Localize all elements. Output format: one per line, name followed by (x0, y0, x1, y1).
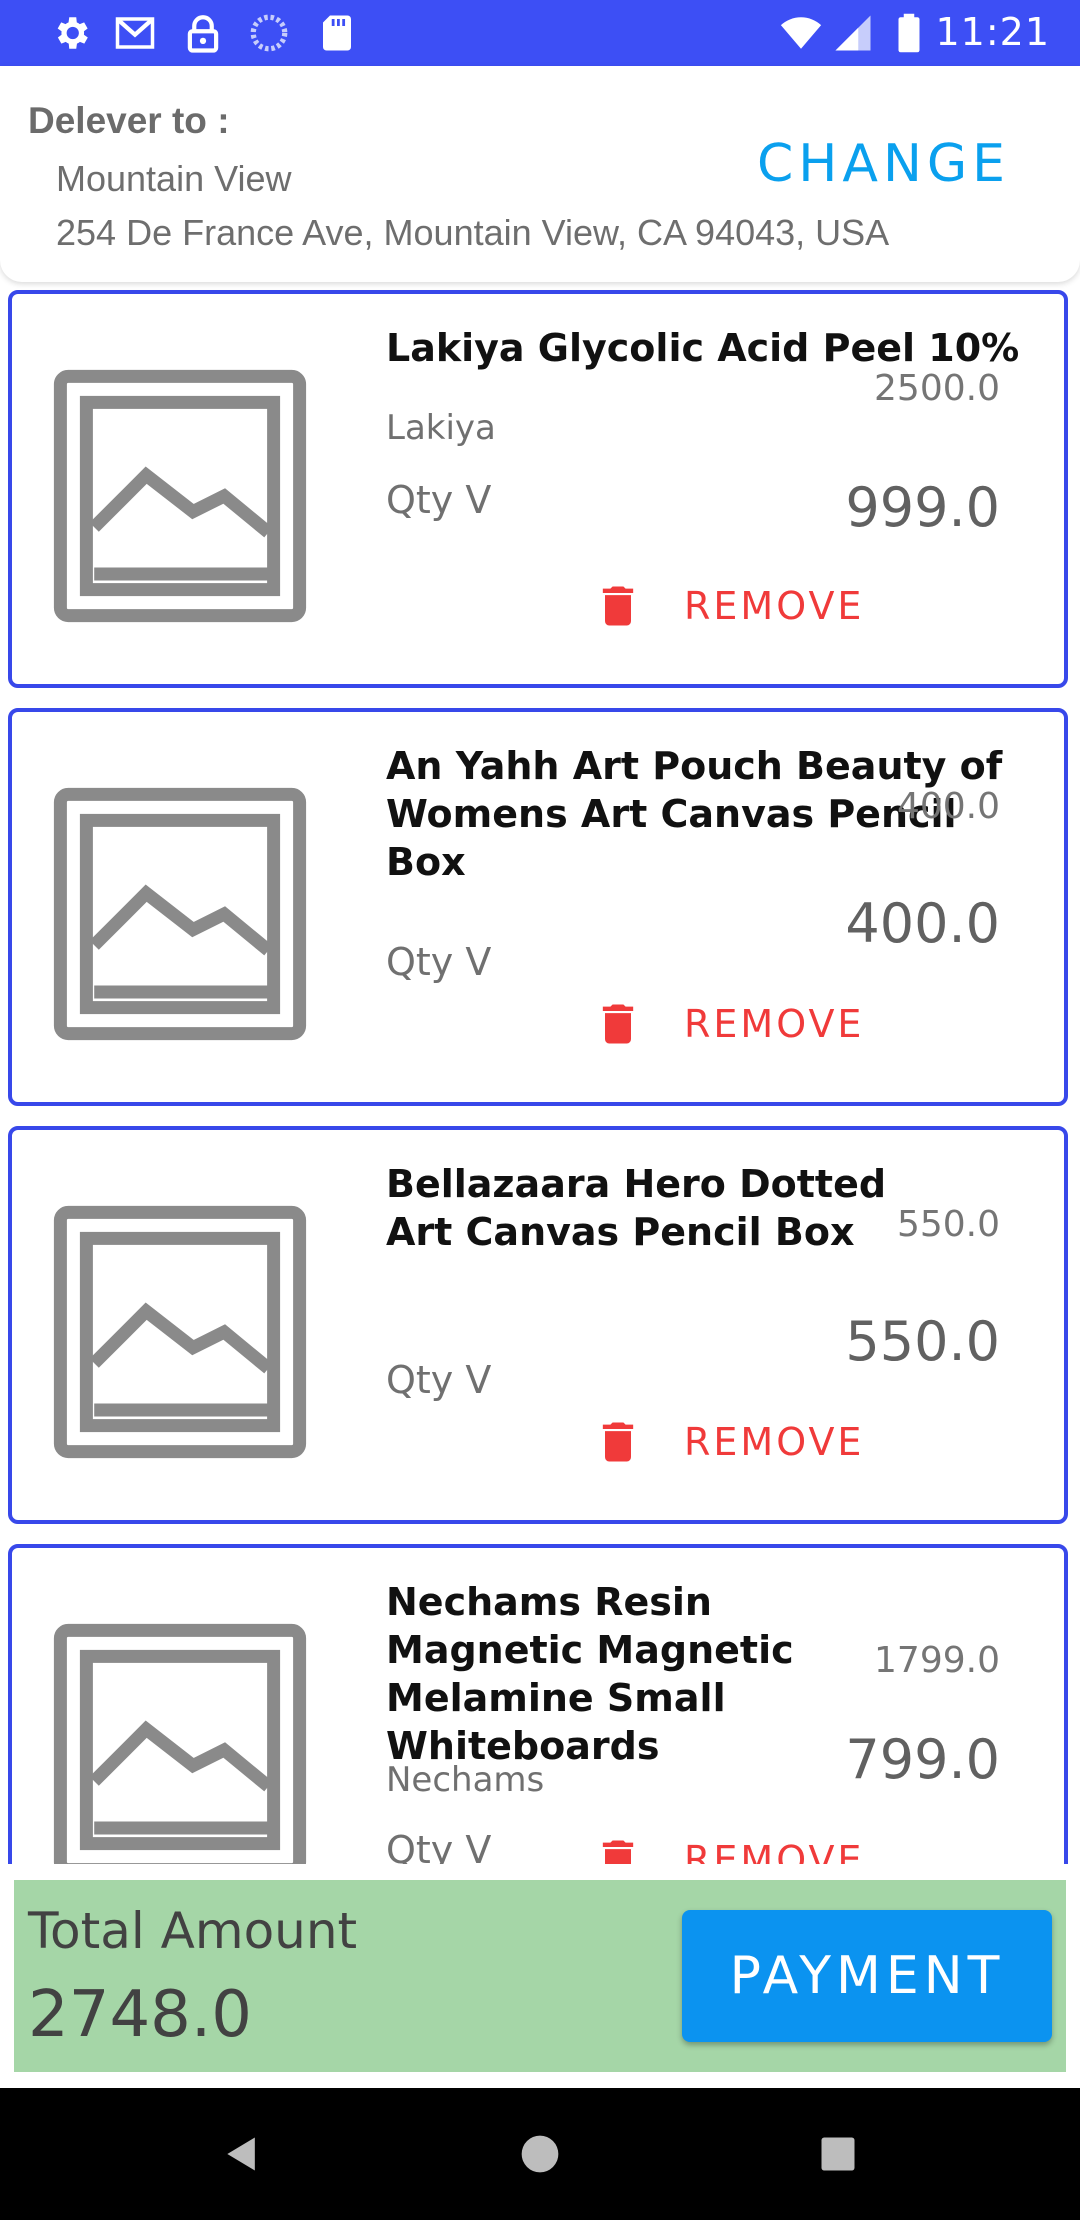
product-brand: Nechams (386, 1760, 545, 1800)
cart-item: Lakiya Glycolic Acid Peel 10% 2500.0 Lak… (8, 290, 1068, 688)
sd-card-icon (323, 15, 351, 51)
qty-selector[interactable]: Qty V (386, 1358, 491, 1402)
battery-icon (898, 13, 920, 53)
product-title: Nechams Resin Magnetic Magnetic Melamine… (386, 1580, 794, 1768)
trash-icon (602, 1840, 634, 1864)
deliver-to-label: Delever to : (28, 100, 230, 141)
lock-icon (187, 15, 219, 53)
trash-icon (602, 586, 634, 626)
trash-icon (602, 1422, 634, 1462)
home-icon[interactable] (518, 2132, 562, 2176)
sync-icon (250, 14, 288, 52)
qty-selector[interactable]: Qty V (386, 940, 491, 984)
image-placeholder-icon (53, 369, 307, 623)
cart-item: Bellazaara Hero Dotted Art Canvas Pencil… (8, 1126, 1068, 1524)
signal-icon (835, 15, 871, 51)
remove-label: REMOVE (684, 1002, 865, 1046)
product-price: 400.0 (845, 892, 1000, 955)
product-price: 799.0 (845, 1728, 1000, 1791)
product-price: 550.0 (845, 1310, 1000, 1373)
remove-label: REMOVE (684, 1838, 865, 1864)
recents-icon[interactable] (816, 2132, 860, 2176)
trash-icon (602, 1004, 634, 1044)
qty-selector[interactable]: Qty V (386, 1828, 491, 1864)
total-amount-label: Total Amount (28, 1902, 358, 1960)
gmail-icon (115, 17, 155, 49)
product-mrp: 2500.0 (874, 368, 1000, 409)
status-bar: 11:21 (0, 0, 1080, 66)
gear-icon (57, 17, 88, 49)
address-full: 254 De France Ave, Mountain View, CA 940… (56, 212, 890, 253)
product-mrp: 550.0 (896, 1204, 1000, 1245)
remove-label: REMOVE (684, 1420, 865, 1464)
payment-button[interactable]: PAYMENT (682, 1910, 1052, 2042)
product-mrp: 400.0 (896, 786, 1000, 827)
navigation-bar (0, 2088, 1080, 2220)
cart-item: Nechams Resin Magnetic Magnetic Melamine… (8, 1544, 1068, 1864)
address-city: Mountain View (56, 158, 292, 199)
image-placeholder-icon (53, 1623, 307, 1864)
product-mrp: 1799.0 (874, 1640, 1000, 1681)
qty-selector[interactable]: Qty V (386, 478, 491, 522)
delivery-address-panel: Delever to : Mountain View 254 De France… (0, 66, 1080, 282)
product-price: 999.0 (845, 476, 1000, 539)
remove-label: REMOVE (684, 584, 865, 628)
product-brand: Lakiya (386, 408, 496, 448)
change-address-button[interactable]: CHANGE (757, 134, 1010, 194)
back-icon[interactable] (220, 2132, 264, 2176)
clock: 11:21 (935, 10, 1050, 54)
wifi-icon (780, 17, 822, 49)
total-amount-value: 2748.0 (28, 1978, 252, 2052)
checkout-bar: Total Amount 2748.0 PAYMENT (14, 1880, 1066, 2072)
product-title: Bellazaara Hero Dotted Art Canvas Pencil… (386, 1162, 887, 1254)
image-placeholder-icon (53, 1205, 307, 1459)
image-placeholder-icon (53, 787, 307, 1041)
product-title: Lakiya Glycolic Acid Peel 10% (386, 326, 1020, 370)
cart-item: An Yahh Art Pouch Beauty of Womens Art C… (8, 708, 1068, 1106)
cart-list[interactable]: Lakiya Glycolic Acid Peel 10% 2500.0 Lak… (0, 282, 1080, 1864)
